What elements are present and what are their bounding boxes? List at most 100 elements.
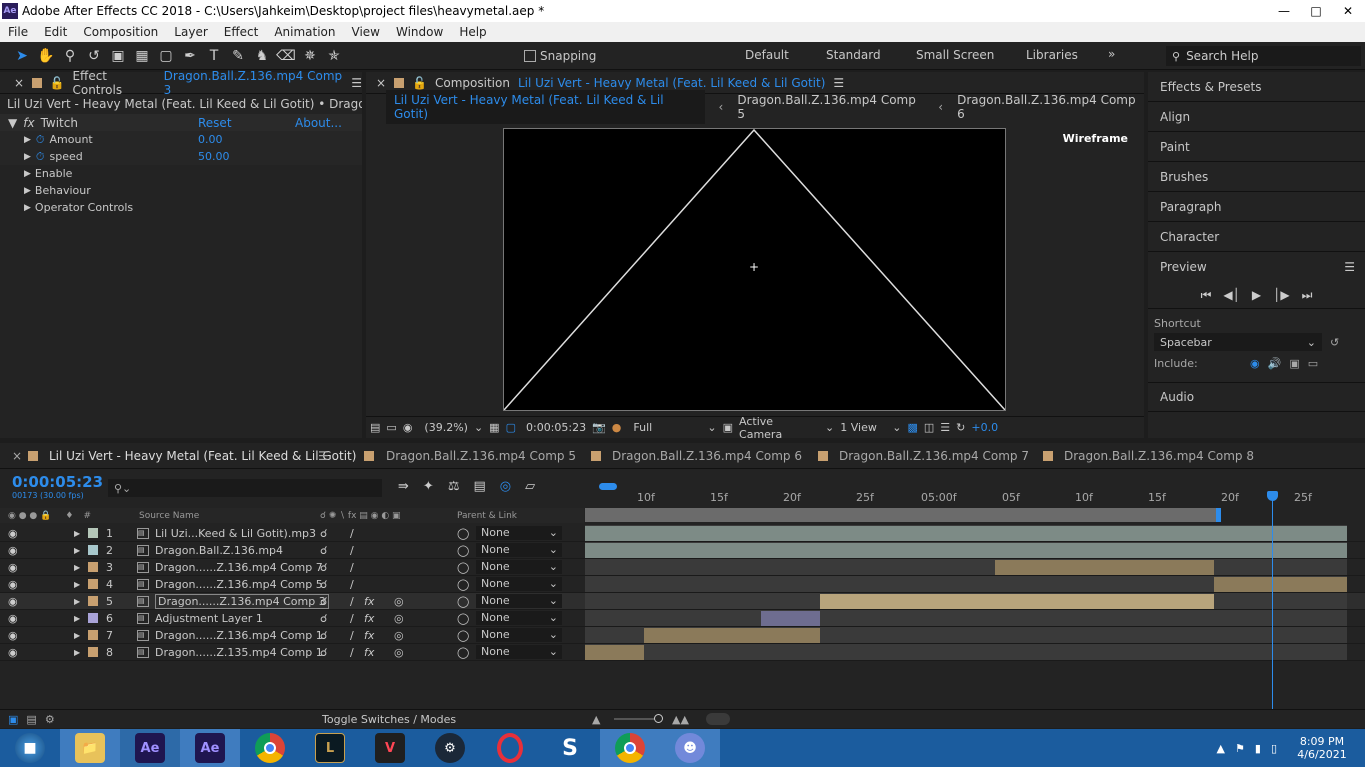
- expand-arrow-icon[interactable]: ▶: [74, 563, 80, 572]
- start-button[interactable]: ■: [0, 729, 60, 767]
- table-row[interactable]: ◉ ▶ 3 ▤ Dragon......Z.136.mp4 Comp 7 ☌ ∕ ◯ None ⌄: [0, 559, 1365, 576]
- parent-select[interactable]: None ⌄: [476, 526, 562, 540]
- label-color[interactable]: [88, 596, 98, 606]
- clone-stamp-tool-icon[interactable]: ♞: [250, 45, 274, 67]
- workspace-small-screen[interactable]: Small Screen: [916, 48, 994, 62]
- roto-brush-tool-icon[interactable]: ✵: [298, 45, 322, 67]
- parent-select[interactable]: None ⌄: [476, 594, 562, 608]
- expand-arrow-icon[interactable]: ▶: [24, 203, 31, 213]
- comp-mini-flowchart-icon[interactable]: ⇛: [398, 479, 409, 494]
- discord-icon[interactable]: ☻: [660, 729, 720, 767]
- timeline-tab[interactable]: Dragon.Ball.Z.136.mp4 Comp 8: [1064, 449, 1254, 463]
- current-time[interactable]: 0:00:05:23: [526, 421, 586, 434]
- shy-switch-icon[interactable]: ☌: [320, 527, 327, 540]
- effect-controls-file[interactable]: Dragon.Ball.Z.136.mp4 Comp 3: [164, 69, 344, 97]
- eye-icon[interactable]: ◉: [8, 527, 18, 540]
- motion-blur-switch-icon[interactable]: ◎: [394, 612, 404, 625]
- shy-layers-icon[interactable]: ⚖: [448, 479, 460, 494]
- panel-effects-presets[interactable]: Effects & Presets: [1148, 72, 1365, 102]
- menu-file[interactable]: File: [0, 25, 36, 39]
- menu-layer[interactable]: Layer: [166, 25, 215, 39]
- menu-composition[interactable]: Composition: [75, 25, 166, 39]
- expand-arrow-icon[interactable]: ▶: [24, 186, 31, 196]
- pick-whip-icon[interactable]: ◯: [457, 544, 469, 557]
- region-icon[interactable]: ▢: [506, 421, 516, 434]
- layer-name[interactable]: Dragon......Z.136.mp4 Comp 7: [155, 561, 323, 574]
- shortcut-select[interactable]: Spacebar ⌄: [1154, 333, 1322, 351]
- source-name-header[interactable]: Source Name: [139, 511, 199, 521]
- group-behaviour[interactable]: ▶ Behaviour: [0, 182, 362, 199]
- zoom-in-icon[interactable]: ▲▲: [672, 713, 689, 726]
- puppet-tool-icon[interactable]: ✯: [322, 45, 346, 67]
- panel-paint[interactable]: Paint: [1148, 132, 1365, 162]
- zoom-select[interactable]: (39.2%): [424, 421, 468, 434]
- current-time-indicator[interactable]: [1272, 491, 1273, 709]
- after-effects-icon[interactable]: Ae: [180, 729, 240, 767]
- expand-arrow-icon[interactable]: ▶: [74, 597, 80, 606]
- fx-switch-icon[interactable]: fx: [364, 629, 374, 642]
- league-of-legends-icon[interactable]: L: [300, 729, 360, 767]
- camera-tool-icon[interactable]: ▣: [106, 45, 130, 67]
- stopwatch-icon[interactable]: ⏱: [36, 150, 45, 164]
- time-ruler[interactable]: 10f 15f 20f 25f 05:00f 05f 10f 15f 20f 2…: [585, 481, 1365, 509]
- close-button[interactable]: ✕: [1335, 4, 1361, 18]
- group-operator-controls[interactable]: ▶ Operator Controls: [0, 199, 362, 216]
- label-color[interactable]: [88, 613, 98, 623]
- fast-preview-icon[interactable]: ▩: [907, 421, 917, 434]
- label-color[interactable]: [88, 630, 98, 640]
- menu-animation[interactable]: Animation: [266, 25, 343, 39]
- fx-icon[interactable]: fx: [23, 116, 34, 130]
- pick-whip-icon[interactable]: ◯: [457, 527, 469, 540]
- pick-whip-icon[interactable]: ◯: [457, 561, 469, 574]
- layer-track[interactable]: [585, 559, 1347, 575]
- chevron-right-icon[interactable]: »: [1108, 47, 1115, 61]
- always-preview-icon[interactable]: ▤: [370, 421, 380, 434]
- menu-help[interactable]: Help: [451, 25, 494, 39]
- clock-date[interactable]: 4/6/2021: [1287, 748, 1357, 761]
- parent-select[interactable]: None ⌄: [476, 560, 562, 574]
- timeline-tab[interactable]: Dragon.Ball.Z.136.mp4 Comp 7: [839, 449, 1029, 463]
- panel-brushes[interactable]: Brushes: [1148, 162, 1365, 192]
- last-frame-icon[interactable]: ⏭: [1302, 288, 1313, 303]
- pick-whip-icon[interactable]: ◯: [457, 629, 469, 642]
- param-amount[interactable]: ▶ ⏱ Amount 0.00: [0, 131, 362, 148]
- quality-switch-icon[interactable]: ∕: [350, 595, 354, 608]
- layer-name[interactable]: Lil Uzi...Keed & Lil Gotit).mp3: [155, 527, 316, 540]
- about-link[interactable]: About...: [295, 116, 342, 130]
- show-hidden-icons-icon[interactable]: ▲: [1217, 742, 1225, 755]
- search-help-field[interactable]: ⚲ Search Help: [1166, 46, 1361, 66]
- timeline-icon[interactable]: ◫: [924, 421, 934, 434]
- chevron-down-icon[interactable]: ⌄: [825, 421, 834, 434]
- group-enable[interactable]: ▶ Enable: [0, 165, 362, 182]
- parent-select[interactable]: None ⌄: [476, 645, 562, 659]
- layer-name[interactable]: Dragon......Z.136.mp4 Comp 1: [155, 629, 323, 642]
- parent-select[interactable]: None ⌄: [476, 611, 562, 625]
- timecode[interactable]: 0:00:05:23: [12, 473, 103, 491]
- stopwatch-icon[interactable]: ⏱: [36, 133, 45, 147]
- graph-editor-icon[interactable]: ▱: [525, 479, 535, 494]
- transparency-icon[interactable]: ▣: [723, 421, 733, 434]
- expand-arrow-icon[interactable]: ▶: [74, 614, 80, 623]
- network-icon[interactable]: ▮: [1255, 742, 1261, 755]
- table-row[interactable]: ◉ ▶ 2 ▤ Dragon.Ball.Z.136.mp4 ☌ ∕ ◯ None ⌄: [0, 542, 1365, 559]
- parent-header[interactable]: Parent & Link: [457, 511, 517, 521]
- fx-switch-icon[interactable]: fx: [364, 595, 374, 608]
- expand-arrow-icon[interactable]: ▼: [8, 116, 17, 130]
- chrome-icon[interactable]: [240, 729, 300, 767]
- quality-switch-icon[interactable]: ∕: [350, 578, 354, 591]
- panel-menu-icon[interactable]: ☰: [351, 76, 362, 90]
- in-out-icon[interactable]: ⚙: [45, 713, 55, 726]
- work-area-start-handle[interactable]: [599, 483, 617, 490]
- workspace-standard[interactable]: Standard: [826, 48, 881, 62]
- toggle-switches-modes[interactable]: Toggle Switches / Modes: [322, 713, 456, 726]
- steam-icon[interactable]: ⚙: [420, 729, 480, 767]
- shy-switch-icon[interactable]: ☌: [320, 595, 327, 608]
- file-explorer-icon[interactable]: 📁: [60, 729, 120, 767]
- eye-icon[interactable]: ◉: [8, 578, 18, 591]
- quality-switch-icon[interactable]: ∕: [350, 561, 354, 574]
- panel-align[interactable]: Align: [1148, 102, 1365, 132]
- chevron-down-icon[interactable]: ⌄: [707, 421, 716, 434]
- motion-blur-switch-icon[interactable]: ◎: [394, 629, 404, 642]
- eye-icon[interactable]: ◉: [8, 629, 18, 642]
- resolution-select[interactable]: Full: [633, 421, 701, 434]
